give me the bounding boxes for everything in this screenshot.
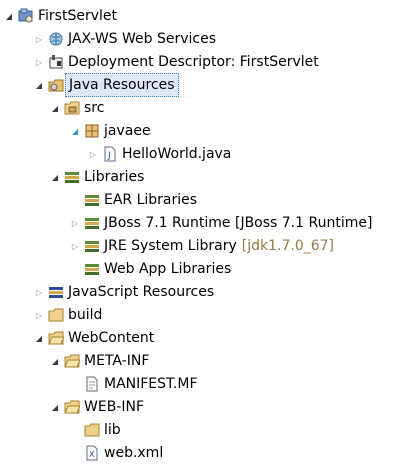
tree-node-build[interactable]: ▷ build: [34, 304, 103, 326]
svg-text:X: X: [89, 450, 95, 459]
expand-arrow-icon[interactable]: ◢: [50, 396, 60, 418]
expand-arrow-icon[interactable]: ◢: [50, 166, 60, 188]
expand-arrow-icon[interactable]: ◢: [34, 327, 44, 349]
tree-node-jre-system-library[interactable]: ▷ JRE System Library [jdk1.7.0_67]: [70, 235, 334, 257]
folder-open-icon: [64, 399, 80, 415]
collapse-arrow-icon[interactable]: ▷: [34, 51, 44, 73]
tree-node-helloworld-java[interactable]: ▷ J HelloWorld.java: [88, 143, 231, 165]
tree-node-lib[interactable]: lib: [70, 419, 121, 441]
libraries-icon: [64, 169, 80, 185]
tree-node-javascript-resources[interactable]: ▷ JavaScript Resources: [34, 281, 214, 303]
tree-node-label: WebContent: [68, 330, 155, 346]
tree-node-meta-inf[interactable]: ◢ META-INF: [50, 350, 149, 372]
collapse-arrow-icon[interactable]: ▷: [70, 212, 80, 234]
tree-node-label: Java Resources: [65, 73, 179, 97]
tree-node-deployment-descriptor[interactable]: ▷ Deployment Descriptor: FirstServlet: [34, 51, 319, 73]
tree-node-label: JBoss 7.1 Runtime [JBoss 7.1 Runtime]: [104, 215, 373, 231]
folder-icon: [84, 422, 100, 438]
tree-node-ear-libraries[interactable]: EAR Libraries: [70, 189, 197, 211]
tree-node-label: Libraries: [84, 169, 145, 185]
expand-arrow-icon[interactable]: ◢: [50, 97, 60, 119]
tree-node-label: Web App Libraries: [104, 261, 232, 277]
tree-node-label: web.xml: [104, 445, 164, 461]
collapse-arrow-icon[interactable]: ▷: [34, 28, 44, 50]
expand-arrow-icon[interactable]: ◢: [34, 74, 44, 96]
project-explorer-tree: ◢ FirstServlet ▷ JAX-WS Web Services ▷ D…: [0, 0, 414, 465]
javascript-resources-icon: [48, 284, 64, 300]
project-icon: [18, 8, 34, 24]
collapse-arrow-icon[interactable]: ▷: [88, 143, 98, 165]
source-folder-icon: [64, 100, 80, 116]
tree-node-label: src: [84, 100, 105, 116]
tree-node-webcontent[interactable]: ◢ WebContent: [34, 327, 154, 349]
tree-node-jboss-runtime[interactable]: ▷ JBoss 7.1 Runtime [JBoss 7.1 Runtime]: [70, 212, 373, 234]
tree-node-manifest-mf[interactable]: MANIFEST.MF: [70, 373, 198, 395]
svg-text:J: J: [107, 151, 111, 161]
tree-node-java-resources[interactable]: ◢ Java Resources: [34, 73, 179, 97]
tree-node-javaee[interactable]: ◢ javaee: [70, 120, 151, 142]
deployment-descriptor-icon: [48, 54, 64, 70]
collapse-arrow-icon[interactable]: ▷: [34, 281, 44, 303]
expand-arrow-icon[interactable]: ◢: [70, 120, 80, 142]
manifest-file-icon: [84, 376, 100, 392]
tree-node-label: FirstServlet: [38, 8, 117, 24]
tree-node-firstservlet[interactable]: ◢ FirstServlet: [4, 5, 117, 27]
tree-node-label: lib: [104, 422, 121, 438]
webservices-icon: [48, 31, 64, 47]
java-resources-icon: [48, 77, 64, 93]
tree-node-label: MANIFEST.MF: [104, 376, 198, 392]
tree-node-label: build: [68, 307, 103, 323]
collapse-arrow-icon[interactable]: ▷: [34, 304, 44, 326]
tree-node-label: JRE System Library: [104, 238, 237, 254]
folder-open-icon: [48, 330, 64, 346]
tree-node-web-app-libraries[interactable]: Web App Libraries: [70, 258, 231, 280]
tree-node-label: JavaScript Resources: [68, 284, 215, 300]
library-icon: [84, 238, 100, 254]
expand-arrow-icon[interactable]: ◢: [50, 350, 60, 372]
tree-node-label: Deployment Descriptor: FirstServlet: [68, 54, 319, 70]
tree-node-web-inf[interactable]: ◢ WEB-INF: [50, 396, 144, 418]
folder-icon: [48, 307, 64, 323]
tree-node-label: EAR Libraries: [104, 192, 198, 208]
tree-node-src[interactable]: ◢ src: [50, 97, 105, 119]
library-icon: [84, 215, 100, 231]
collapse-arrow-icon[interactable]: ▷: [70, 235, 80, 257]
tree-node-label: HelloWorld.java: [122, 146, 232, 162]
tree-node-label: WEB-INF: [84, 399, 144, 415]
library-icon: [84, 192, 100, 208]
tree-node-decoration: [jdk1.7.0_67]: [241, 238, 335, 254]
library-icon: [84, 261, 100, 277]
xml-file-icon: X: [84, 445, 100, 461]
tree-node-label: JAX-WS Web Services: [68, 31, 217, 47]
expand-arrow-icon[interactable]: ◢: [4, 5, 14, 27]
tree-node-label: javaee: [104, 123, 151, 139]
tree-node-label: META-INF: [84, 353, 150, 369]
folder-open-icon: [64, 353, 80, 369]
java-file-icon: J: [102, 146, 118, 162]
package-icon: [84, 123, 100, 139]
tree-node-web-xml[interactable]: X web.xml: [70, 442, 163, 464]
tree-node-libraries[interactable]: ◢ Libraries: [50, 166, 145, 188]
tree-node-jax-ws[interactable]: ▷ JAX-WS Web Services: [34, 28, 216, 50]
